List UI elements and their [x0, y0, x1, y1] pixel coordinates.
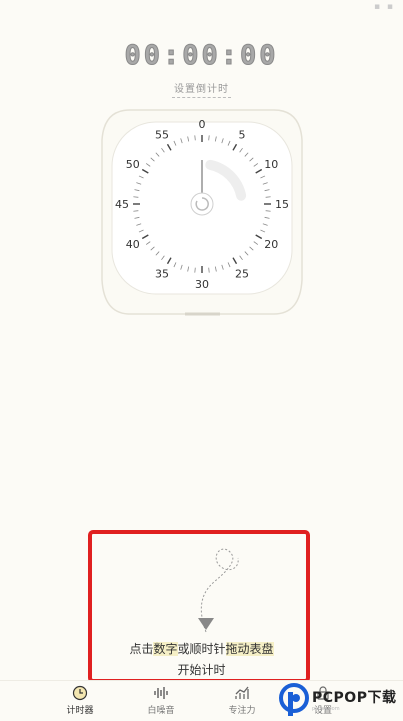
center-knob[interactable] [190, 192, 214, 216]
watermark-logo [279, 683, 309, 716]
timer-dial[interactable]: 0 5 10 15 20 25 30 35 40 45 50 55 [100, 100, 304, 322]
chart-icon [235, 686, 249, 699]
hint-middle: 或顺时针 [177, 642, 226, 656]
hint-text-line2: 开始计时 [177, 663, 226, 677]
minor-tick [265, 196, 271, 198]
dial-number[interactable]: 15 [275, 198, 289, 211]
minor-tick [208, 267, 210, 273]
dial-number[interactable]: 35 [155, 267, 169, 280]
dial-number[interactable]: 20 [264, 238, 278, 251]
minor-tick [194, 267, 196, 273]
dial-number[interactable]: 25 [235, 267, 249, 280]
hint-highlight-number: 数字 [153, 642, 178, 656]
tab-label: 专注力 [228, 706, 256, 716]
dial-number[interactable]: 5 [239, 129, 246, 142]
minor-tick [265, 210, 271, 212]
dial-number[interactable]: 45 [115, 198, 129, 211]
dial-number[interactable]: 0 [199, 118, 206, 131]
dial-number[interactable]: 50 [126, 158, 140, 171]
timer-display: 00:00:00 [124, 40, 279, 72]
dial-number[interactable]: 55 [155, 129, 169, 142]
status-bar-icons: ▪ ▪ [373, 2, 395, 12]
hint-prefix: 点击 [129, 642, 154, 656]
minor-tick [194, 135, 196, 141]
dial-number[interactable]: 10 [264, 158, 278, 171]
watermark: PCPOP下载 pcpop.com [276, 680, 403, 720]
watermark-subtext: pcpop.com [312, 706, 340, 712]
tab-white-noise[interactable]: 白噪音 [121, 685, 201, 716]
dial-number[interactable]: 30 [195, 278, 209, 291]
hint-highlight-drag: 拖动表盘 [225, 642, 274, 656]
watermark-text: PCPOP下载 [312, 690, 397, 706]
set-countdown-link[interactable]: 设置倒计时 [0, 80, 403, 98]
hint-text-line1: 点击数字或顺时针拖动表盘 [0, 640, 403, 657]
minor-tick [133, 210, 139, 212]
tab-label: 计时器 [66, 706, 94, 716]
dial-number[interactable]: 40 [126, 238, 140, 251]
soundwave-icon [154, 687, 168, 699]
minor-tick [208, 135, 210, 141]
minor-tick [133, 196, 139, 198]
clock-icon [72, 685, 88, 701]
tab-focus[interactable]: 专注力 [202, 685, 282, 716]
tab-label: 白噪音 [147, 706, 175, 716]
tab-timer[interactable]: 计时器 [40, 685, 120, 716]
set-countdown-label: 设置倒计时 [172, 84, 231, 98]
